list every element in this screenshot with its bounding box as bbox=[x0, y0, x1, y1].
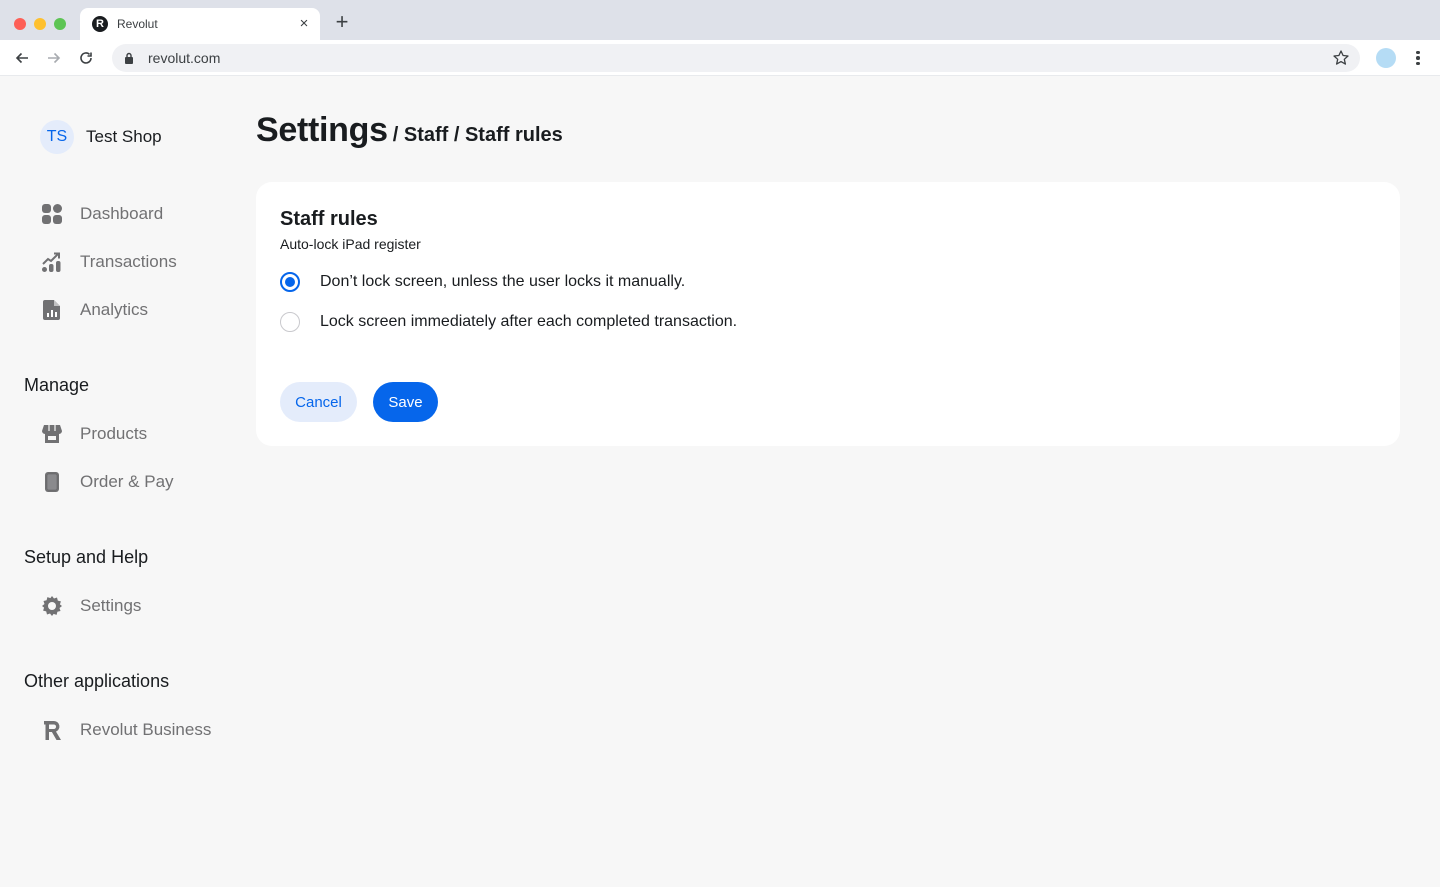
radio-option-lock-after-transaction[interactable]: Lock screen immediately after each compl… bbox=[280, 310, 737, 334]
lock-icon bbox=[125, 52, 133, 64]
sidebar-item-revolut-business[interactable]: Revolut Business bbox=[40, 718, 211, 742]
section-title-manage: Manage bbox=[24, 375, 90, 395]
window-maximize-button[interactable] bbox=[54, 18, 66, 30]
gear-icon bbox=[40, 594, 64, 618]
dashboard-icon bbox=[40, 202, 64, 226]
tablet-icon bbox=[40, 470, 64, 494]
sidebar-item-label: Dashboard bbox=[80, 204, 164, 223]
sidebar-item-transactions[interactable]: Transactions bbox=[40, 250, 177, 274]
breadcrumb-path: / Staff / Staff rules bbox=[392, 124, 563, 146]
sidebar-item-label: Settings bbox=[80, 596, 142, 615]
cancel-button[interactable]: Cancel bbox=[280, 382, 357, 422]
menu-dot bbox=[1416, 61, 1420, 66]
menu-dot bbox=[1416, 56, 1420, 60]
window-close-button[interactable] bbox=[14, 18, 26, 30]
sidebar-item-label: Products bbox=[80, 424, 148, 443]
revolut-favicon-icon: R bbox=[92, 16, 108, 32]
transactions-icon bbox=[40, 250, 64, 274]
arrow-right-icon bbox=[48, 52, 61, 64]
sidebar-item-analytics[interactable]: Analytics bbox=[40, 298, 148, 322]
radio-option-dont-lock[interactable]: Don’t lock screen, unless the user locks… bbox=[280, 270, 685, 294]
store-icon bbox=[40, 422, 64, 446]
avatar: TS bbox=[40, 120, 74, 154]
sidebar-item-label: Revolut Business bbox=[80, 720, 212, 739]
forward-button[interactable] bbox=[42, 46, 66, 70]
account-switcher[interactable]: TS Test Shop bbox=[40, 120, 162, 154]
browser-tabstrip: R Revolut × + bbox=[0, 0, 1440, 40]
browser-toolbar: revolut.com bbox=[0, 40, 1440, 76]
window-minimize-button[interactable] bbox=[34, 18, 46, 30]
profile-avatar[interactable] bbox=[1376, 48, 1396, 68]
radio-label: Lock screen immediately after each compl… bbox=[320, 313, 738, 330]
back-button[interactable] bbox=[10, 46, 34, 70]
auto-lock-label: Auto-lock iPad register bbox=[280, 236, 421, 252]
browser-menu-button[interactable] bbox=[1410, 48, 1426, 68]
sidebar: TS Test Shop Dashboard Transactions Anal… bbox=[0, 77, 240, 887]
section-title-setup-help: Setup and Help bbox=[24, 547, 149, 567]
sidebar-item-label: Order & Pay bbox=[80, 472, 174, 491]
sidebar-item-products[interactable]: Products bbox=[40, 422, 147, 446]
reload-button[interactable] bbox=[74, 46, 98, 70]
new-tab-button[interactable]: + bbox=[332, 10, 352, 34]
page-title: Settings bbox=[256, 111, 388, 149]
revolut-logo-icon bbox=[40, 718, 64, 742]
radio-label: Don’t lock screen, unless the user locks… bbox=[320, 273, 686, 290]
account-name: Test Shop bbox=[86, 127, 162, 146]
bookmark-star-icon[interactable] bbox=[1332, 49, 1350, 67]
reload-icon bbox=[80, 52, 92, 64]
tab-title: Revolut bbox=[117, 17, 158, 31]
staff-rules-card: Staff rules Auto-lock iPad register Don’… bbox=[256, 182, 1400, 446]
card-title: Staff rules bbox=[280, 208, 378, 230]
arrow-left-icon bbox=[15, 52, 28, 64]
breadcrumb: Settings / Staff / Staff rules bbox=[256, 111, 563, 150]
menu-dot bbox=[1416, 50, 1420, 55]
section-title-other-applications: Other applications bbox=[24, 671, 170, 691]
address-bar[interactable]: revolut.com bbox=[112, 44, 1360, 72]
sidebar-item-dashboard[interactable]: Dashboard bbox=[40, 202, 163, 226]
browser-tab[interactable]: R Revolut × bbox=[80, 8, 320, 40]
radio-button[interactable] bbox=[280, 312, 300, 332]
analytics-icon bbox=[40, 298, 64, 322]
sidebar-item-label: Transactions bbox=[80, 252, 177, 271]
close-tab-icon[interactable]: × bbox=[296, 14, 312, 34]
sidebar-item-label: Analytics bbox=[80, 300, 149, 319]
url-text: revolut.com bbox=[148, 50, 221, 66]
save-button[interactable]: Save bbox=[373, 382, 438, 422]
sidebar-item-settings[interactable]: Settings bbox=[40, 594, 141, 618]
sidebar-item-order-pay[interactable]: Order & Pay bbox=[40, 470, 174, 494]
radio-button-selected[interactable] bbox=[280, 272, 300, 292]
